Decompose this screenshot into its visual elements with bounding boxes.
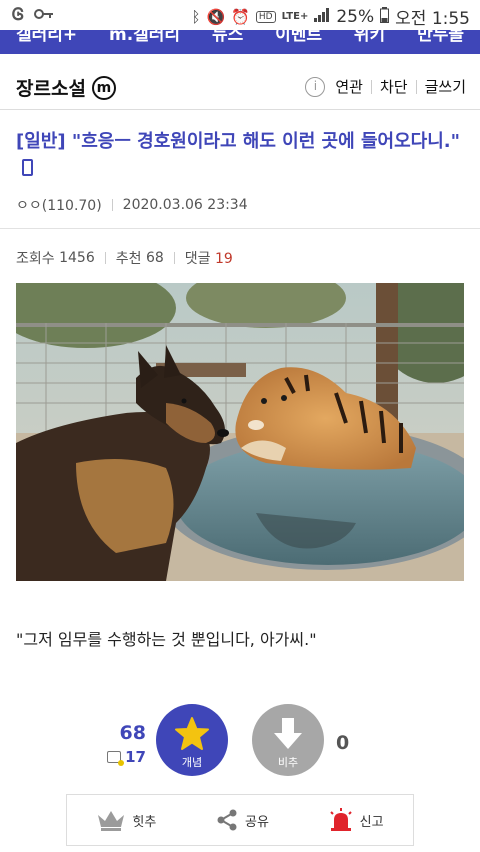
share-icon [217,809,237,831]
key-icon [34,6,54,24]
alarm-icon: ⏰ [231,7,250,26]
minor-gallery-badge: m [91,75,116,100]
siren-icon [329,808,352,831]
upvote-label: 개념 [181,756,203,769]
upvote-count: 68 [119,722,146,744]
fixed-user-icon [107,751,125,766]
hit-recommend-button[interactable]: 힛추 [96,809,156,831]
recommend-label: 추천 [115,251,142,267]
block-button[interactable]: 차단 [380,76,408,97]
nav-item-event[interactable]: 이벤트 [275,30,322,45]
post-meta: ㅇㅇ(110.70) 2020.03.06 23:34 [16,195,248,215]
signal-icon [314,7,330,26]
nav-item-wiki[interactable]: 위키 [354,30,385,45]
upvote-stats: 68 17 [96,722,146,766]
star-icon [175,717,209,750]
mobile-icon [22,159,33,176]
top-nav: 갤러리+ m.갤러리 뉴스 이벤트 위키 만두몰 [0,30,480,54]
arrow-down-icon [274,718,302,749]
hit-recommend-label: 힛추 [132,814,157,830]
post-title: [일반] "흐응ㅡ 경호원이라고 해도 이런 곳에 들어오다니." [16,128,466,182]
divider [173,252,175,264]
post-date: 2020.03.06 23:34 [122,197,248,213]
gallery-header: 장르소설 m i 연관 차단 글쓰기 [0,54,480,110]
battery-icon [380,6,390,27]
battery-percent: 25% [336,6,375,27]
write-button[interactable]: 글쓰기 [425,76,466,97]
comments-count: 19 [215,251,233,267]
report-button[interactable]: 신고 [328,808,384,832]
clock: 오전 1:55 [395,9,470,29]
related-button[interactable]: 연관 [335,76,363,97]
downvote-count: 0 [336,732,350,754]
nav-item-gallery-plus[interactable]: 갤러리+ [16,30,77,45]
nav-item-mandu-mall[interactable]: 만두몰 [417,30,464,45]
nav-item-news[interactable]: 뉴스 [212,30,243,45]
views-count: 1456 [59,250,95,266]
post-author[interactable]: ㅇㅇ(110.70) [16,195,102,215]
fixed-upvote-number: 17 [125,748,146,766]
post-body-text: "그저 임무를 수행하는 것 뿐입니다, 아가씨." [16,630,317,649]
post-title-text: [일반] "흐응ㅡ 경호원이라고 해도 이런 곳에 들어오다니." [16,131,460,152]
hd-icon: HD [255,10,276,23]
share-button[interactable]: 공유 [215,808,269,832]
fixed-upvote-count: 17 [96,748,146,766]
divider [415,79,417,94]
gallery-title-text: 장르소설 [16,78,86,100]
views-label: 조회수 [16,251,55,267]
divider [370,79,372,94]
upvote-button[interactable]: 개념 [156,704,228,776]
downvote-button[interactable]: 비추 [252,704,324,776]
divider [0,228,480,229]
nav-item-m-gallery[interactable]: m.갤러리 [109,30,180,45]
divider [111,199,113,211]
bluetooth-icon: ᛒ [191,7,201,26]
status-bar: Ꮆ ᛒ 🔇 ⏰ HD LTE+ 25% 오전 1:55 [0,0,480,30]
report-label: 신고 [359,814,384,830]
post-actions-bar: 힛추 공유 신고 [66,794,414,846]
crown-icon [98,811,125,831]
post-stats: 조회수 1456 추천 68 댓글 19 [16,248,233,268]
lte-icon: LTE+ [281,11,309,22]
g-icon: Ꮆ [12,5,24,25]
share-label: 공유 [245,814,269,830]
info-icon[interactable]: i [305,76,326,97]
post-image [16,283,464,581]
recommend-count: 68 [145,250,164,266]
gallery-actions: i 연관 차단 글쓰기 [305,76,466,97]
mute-icon: 🔇 [206,7,226,26]
comments-label: 댓글 [184,251,211,267]
downvote-label: 비추 [277,756,299,769]
gallery-title[interactable]: 장르소설 m [16,74,116,101]
divider [104,252,106,264]
comments-link[interactable]: 댓글 19 [185,248,233,268]
